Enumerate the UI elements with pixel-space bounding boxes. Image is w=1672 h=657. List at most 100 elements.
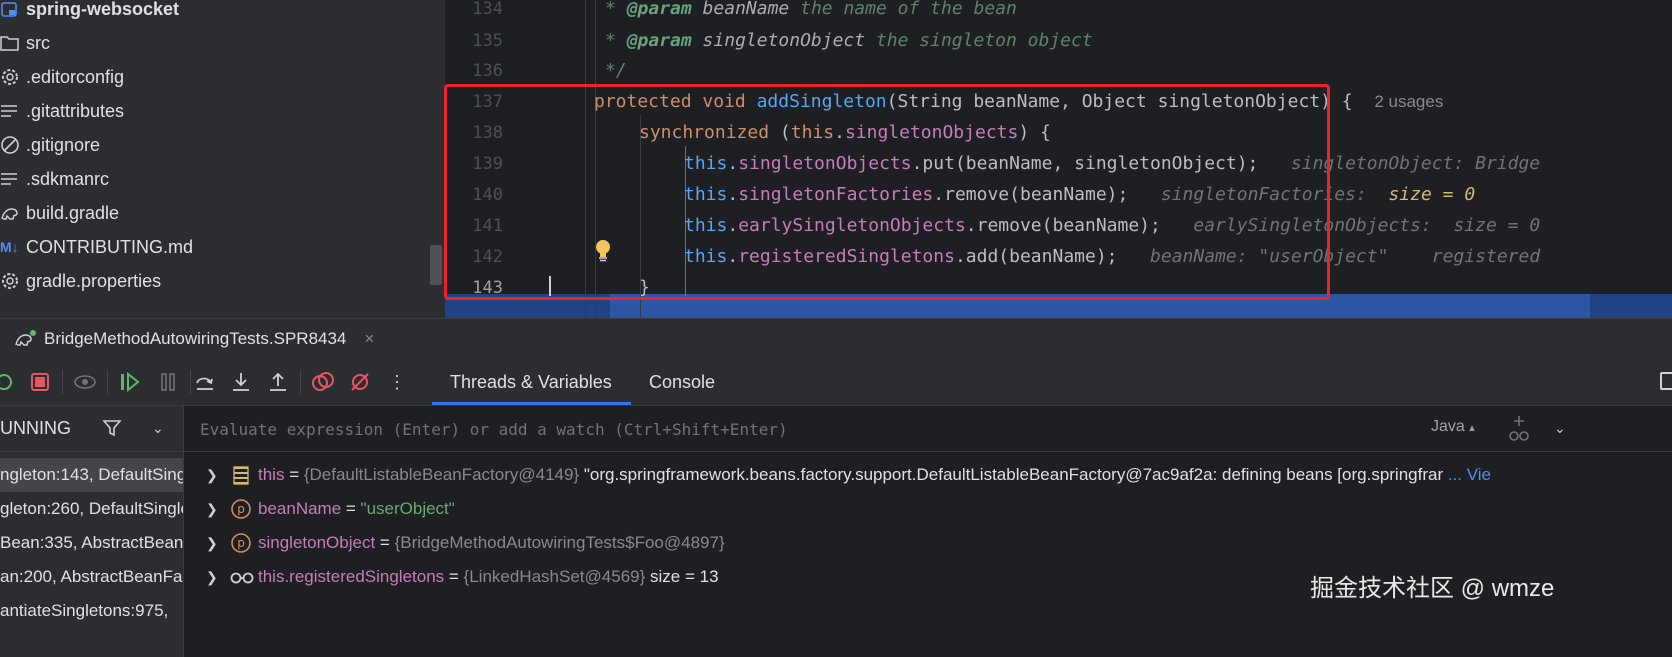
tree-item-label: .sdkmanrc [26,168,110,189]
variable-text: this = {DefaultListableBeanFactory@4149}… [258,465,1492,484]
tree-item-editorconfig[interactable]: .editorconfig [0,60,124,94]
watermark: 掘金技术社区 @ wmze [1310,575,1555,602]
ignore-file-icon [0,134,26,156]
frame-item[interactable]: antiateSingletons:975, [0,594,183,628]
debug-tab-bar: BridgeMethodAutowiringTests.SPR8434 × [0,318,1672,358]
tree-item-label: gradle.properties [26,270,162,291]
chevron-down-icon[interactable]: ⌄ [152,420,164,437]
more-options-icon[interactable]: ⋮ [385,370,409,394]
add-watch-icon[interactable] [1506,414,1532,444]
view-link[interactable]: ... Vie [1443,465,1491,484]
tree-item-label: src [26,32,50,53]
tree-item-label: .gitattributes [26,100,125,121]
toolbar-separator [300,370,301,394]
toolbar-separator [190,370,191,394]
gear-icon [0,66,26,88]
tree-item-build-gradle[interactable]: build.gradle [0,196,119,230]
folder-icon [0,32,26,54]
view-breakpoints-red-icon[interactable] [311,370,335,394]
variables-panel: Java ▴ ⌄ ❯ this = {DefaultListableBeanFa… [184,406,1672,657]
svg-text:p: p [237,502,245,516]
tree-item-label: CONTRIBUTING.md [26,236,194,257]
line-number: 136 [472,60,503,81]
inline-value-size: size = 0 [1388,184,1476,205]
code-text: */ [605,60,627,81]
variable-text: singletonObject = {BridgeMethodAutowirin… [258,533,725,552]
debug-session-tab[interactable]: BridgeMethodAutowiringTests.SPR8434 × [14,329,374,349]
debug-tab-label: BridgeMethodAutowiringTests.SPR8434 [44,328,347,348]
evaluate-expression-input[interactable] [200,416,1400,442]
variable-text: this.registeredSingletons = {LinkedHashS… [258,567,719,586]
variable-row[interactable]: ❯ p beanName = "userObject" [184,492,1672,526]
code-text: * @param beanName the name of the bean [605,0,1017,19]
chevron-down-icon[interactable]: ⌄ [1554,420,1566,437]
line-number: 135 [472,30,503,51]
layout-toggle-icon[interactable] [1660,372,1672,390]
step-over-icon[interactable] [193,370,217,394]
gradle-icon [0,202,26,224]
variable-row[interactable]: ❯ p singletonObject = {BridgeMethodAutow… [184,526,1672,560]
frame-item[interactable]: an:200, AbstractBeanFac [0,560,183,594]
svg-text:p: p [237,536,245,550]
text-file-icon [0,168,26,190]
tree-item-label: spring-websocket [26,0,180,19]
tree-item-gradle-properties[interactable]: gradle.properties [0,264,161,298]
active-tab-underline [432,402,631,405]
frames-header: UNNING ⌄ [0,406,183,452]
parameter-icon: p [230,498,252,520]
variable-text: beanName = "userObject" [258,499,455,518]
frames-panel: UNNING ⌄ ngleton:143, DefaultSingl gleto… [0,406,184,657]
tree-item-src[interactable]: src [0,26,50,60]
code-text: * @param singletonObject the singleton o… [605,30,1093,51]
tab-console[interactable]: Console [649,358,715,406]
expand-arrow-icon[interactable]: ❯ [206,535,218,552]
code-line-135: 135 * @param singletonObject the singlet… [445,24,1672,57]
usages-hint[interactable]: 2 usages [1374,92,1443,111]
tree-item-contributing[interactable]: M↓ CONTRIBUTING.md [0,230,193,264]
step-into-icon[interactable] [229,370,253,394]
thread-status-select[interactable]: UNNING [0,418,71,439]
line-number: 134 [472,0,503,19]
step-out-icon[interactable] [266,370,290,394]
watch-glasses-icon [230,566,254,588]
evaluate-bar: Java ▴ ⌄ [184,406,1672,452]
tree-item-label: .editorconfig [26,66,125,87]
toolbar-separator [62,370,63,394]
mute-breakpoints-icon[interactable] [348,370,372,394]
expand-arrow-icon[interactable]: ❯ [206,467,218,484]
rerun-icon[interactable] [0,370,16,394]
frame-item[interactable]: Bean:335, AbstractBeanF [0,526,183,560]
frame-item[interactable]: gleton:260, DefaultSingle [0,492,183,526]
language-select[interactable]: Java ▴ [1431,418,1475,436]
tree-item-gitattributes[interactable]: .gitattributes [0,94,124,128]
markdown-icon: M↓ [0,239,19,255]
code-line-134: 134 * @param beanName the name of the be… [445,0,1672,25]
tab-threads-variables[interactable]: Threads & Variables [450,358,612,406]
toolbar-separator [107,370,108,394]
tree-item-root[interactable]: spring-websocket [0,0,179,26]
view-breakpoints-icon[interactable] [73,370,97,394]
tree-item-label: .gitignore [26,134,101,155]
pause-icon[interactable] [156,370,180,394]
close-icon[interactable]: × [364,329,374,349]
resume-icon[interactable] [118,370,142,394]
frame-item[interactable]: ngleton:143, DefaultSingl [0,458,183,492]
tree-item-gitignore[interactable]: .gitignore [0,128,100,162]
module-icon [0,0,26,20]
gear-icon [0,270,26,292]
expand-arrow-icon[interactable]: ❯ [206,501,218,518]
debug-config-icon [14,329,38,349]
text-file-icon [0,100,26,122]
tree-scrollbar[interactable] [430,245,442,285]
highlight-annotation-box [444,84,1330,300]
stop-icon[interactable] [28,370,52,394]
tree-item-sdkmanrc[interactable]: .sdkmanrc [0,162,109,196]
code-line-136: 136 */ [445,54,1672,87]
project-tree-panel: spring-websocket src .editorconfig .gita… [0,0,445,318]
variable-row[interactable]: ❯ this = {DefaultListableBeanFactory@414… [184,458,1672,492]
parameter-icon: p [230,532,252,554]
expand-arrow-icon[interactable]: ❯ [206,569,218,586]
field-list-icon [230,464,252,486]
debug-toolbar: ⋮ Threads & Variables Console [0,358,1672,406]
filter-icon[interactable] [102,418,122,438]
